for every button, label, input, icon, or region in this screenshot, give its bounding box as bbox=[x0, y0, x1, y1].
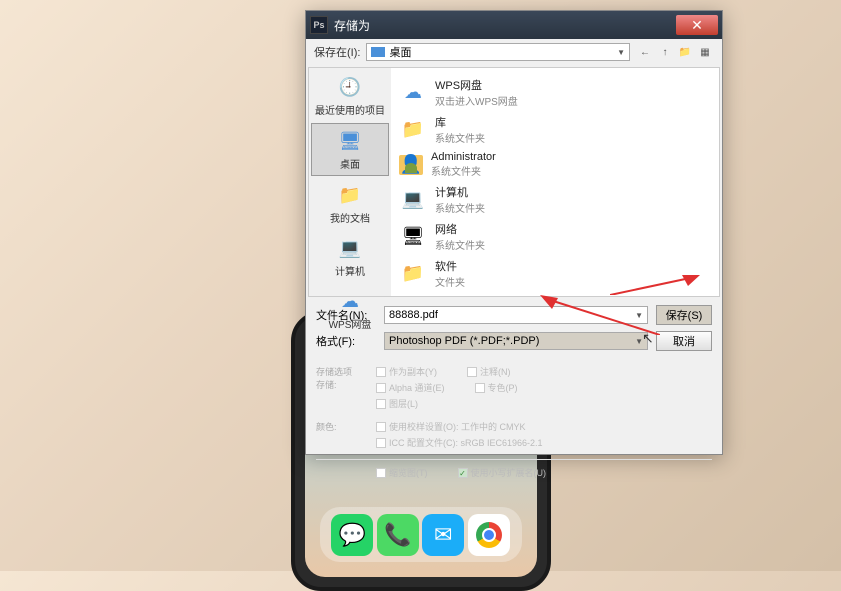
mail-app-icon: ✉ bbox=[422, 514, 464, 556]
recent-icon: 🕘 bbox=[334, 74, 366, 100]
option-checkbox[interactable]: 缩览图(T) bbox=[376, 466, 428, 479]
location-label: 保存在(I): bbox=[314, 44, 360, 60]
checkbox-icon bbox=[376, 383, 386, 393]
checkbox-icon bbox=[376, 422, 386, 432]
save-button[interactable]: 保存(S) bbox=[656, 305, 712, 325]
dialog-titlebar: Ps 存储为 ✕ bbox=[306, 11, 722, 39]
chrome-app-icon bbox=[468, 514, 510, 556]
folder-icon: 📁 bbox=[399, 260, 427, 288]
option-checkbox[interactable]: 作为副本(Y) bbox=[376, 365, 437, 378]
desktop-icon: 🖥 bbox=[334, 128, 366, 154]
file-list: ☁WPS网盘双击进入WPS网盘📁库系统文件夹👤Administrator系统文件… bbox=[391, 68, 719, 296]
option-checkbox[interactable]: Alpha 通道(E) bbox=[376, 381, 445, 394]
file-item[interactable]: 🖥 网络系统文件夹 bbox=[397, 218, 713, 255]
location-row: 保存在(I): 桌面 ▼ ← ↑ 📁 ▦ bbox=[306, 39, 722, 65]
save-as-dialog: Ps 存储为 ✕ 保存在(I): 桌面 ▼ ← ↑ 📁 ▦ 🕘 最近使用的项目 🖥 桌… bbox=[305, 10, 723, 455]
file-name: WPS网盘 bbox=[435, 77, 518, 93]
sidebar-label: 我的文档 bbox=[330, 210, 370, 225]
cancel-button[interactable]: 取消 bbox=[656, 331, 712, 351]
folder-icon: 📁 bbox=[399, 116, 427, 144]
sidebar-item-docs[interactable]: 📁 我的文档 bbox=[311, 178, 389, 229]
file-item[interactable]: 📁 软件文件夹 bbox=[397, 255, 713, 292]
cloud-icon: ☁ bbox=[399, 79, 427, 107]
option-checkbox[interactable]: ICC 配置文件(C): sRGB IEC61966-2.1 bbox=[376, 436, 543, 449]
option-checkbox[interactable]: 使用校样设置(O): 工作中的 CMYK bbox=[376, 420, 526, 433]
color-label: 颜色: bbox=[316, 420, 356, 449]
checkbox-icon bbox=[475, 383, 485, 393]
checkbox-label: 缩览图(T) bbox=[389, 466, 428, 479]
sidebar-item-computer[interactable]: 💻 计算机 bbox=[311, 231, 389, 282]
option-checkbox[interactable]: 图层(L) bbox=[376, 397, 418, 410]
file-name: Administrator bbox=[431, 151, 496, 163]
file-item[interactable]: 📁 库系统文件夹 bbox=[397, 111, 713, 148]
file-subtitle: 系统文件夹 bbox=[435, 237, 485, 252]
cursor-icon: ↖ bbox=[642, 330, 654, 347]
filename-input[interactable]: 88888.pdf ▼ bbox=[384, 306, 648, 324]
sidebar-item-desktop[interactable]: 🖥 桌面 bbox=[311, 123, 389, 176]
checkbox-icon bbox=[376, 399, 386, 409]
sidebar-item-recent[interactable]: 🕘 最近使用的项目 bbox=[311, 70, 389, 121]
chevron-down-icon: ▼ bbox=[617, 48, 625, 57]
desktop-icon bbox=[371, 47, 385, 57]
option-checkbox[interactable]: 注释(N) bbox=[467, 365, 511, 378]
checkbox-label: 使用小写扩展名(U) bbox=[471, 466, 547, 479]
phone-dock: 💬 📞 ✉ bbox=[320, 507, 522, 562]
file-item[interactable]: 💻 计算机系统文件夹 bbox=[397, 181, 713, 218]
checkbox-label: 图层(L) bbox=[389, 397, 418, 410]
nav-back-icon[interactable]: ← bbox=[636, 43, 654, 61]
places-sidebar: 🕘最近使用的项目🖥桌面📁我的文档💻计算机☁WPS网盘 bbox=[309, 68, 391, 296]
save-sublabel: 存储: bbox=[316, 378, 356, 391]
file-item[interactable]: ☁ WPS网盘双击进入WPS网盘 bbox=[397, 74, 713, 111]
filename-label: 文件名(N): bbox=[316, 307, 376, 323]
checkbox-icon bbox=[376, 468, 386, 478]
docs-icon: 📁 bbox=[334, 182, 366, 208]
network-icon: 🖥 bbox=[399, 223, 427, 251]
sidebar-label: 计算机 bbox=[335, 263, 365, 278]
file-subtitle: 系统文件夹 bbox=[431, 163, 496, 178]
checkbox-label: 注释(N) bbox=[480, 365, 511, 378]
file-subtitle: 系统文件夹 bbox=[435, 200, 485, 215]
computer-icon: 💻 bbox=[334, 235, 366, 261]
nav-new-folder-icon[interactable]: 📁 bbox=[676, 43, 694, 61]
checkbox-label: 作为副本(Y) bbox=[389, 365, 437, 378]
option-checkbox[interactable]: ✓使用小写扩展名(U) bbox=[458, 466, 547, 479]
format-label: 格式(F): bbox=[316, 333, 376, 349]
file-name: 库 bbox=[435, 114, 485, 130]
location-dropdown[interactable]: 桌面 ▼ bbox=[366, 43, 630, 61]
computer-icon: 💻 bbox=[399, 186, 427, 214]
location-value: 桌面 bbox=[389, 44, 411, 60]
file-subtitle: 双击进入WPS网盘 bbox=[435, 93, 518, 108]
options-heading: 存储选项 bbox=[316, 365, 356, 378]
format-dropdown[interactable]: Photoshop PDF (*.PDF;*.PDP) ▼ bbox=[384, 332, 648, 350]
checkbox-label: 使用校样设置(O): 工作中的 CMYK bbox=[389, 420, 526, 433]
sidebar-label: 桌面 bbox=[340, 156, 360, 171]
option-checkbox[interactable]: 专色(P) bbox=[475, 381, 518, 394]
checkbox-icon: ✓ bbox=[458, 468, 468, 478]
close-button[interactable]: ✕ bbox=[676, 15, 718, 35]
file-item[interactable]: 👤 Administrator系统文件夹 bbox=[397, 148, 713, 181]
file-name: 软件 bbox=[435, 258, 465, 274]
nav-up-icon[interactable]: ↑ bbox=[656, 43, 674, 61]
file-name: 计算机 bbox=[435, 184, 485, 200]
phone-app-icon: 📞 bbox=[377, 514, 419, 556]
file-subtitle: 系统文件夹 bbox=[435, 130, 485, 145]
sidebar-label: 最近使用的项目 bbox=[315, 102, 385, 117]
checkbox-label: ICC 配置文件(C): sRGB IEC61966-2.1 bbox=[389, 436, 543, 449]
chevron-down-icon: ▼ bbox=[635, 311, 643, 320]
admin-icon: 👤 bbox=[399, 155, 423, 175]
checkbox-icon bbox=[376, 367, 386, 377]
photoshop-badge-icon: Ps bbox=[310, 16, 328, 34]
checkbox-label: Alpha 通道(E) bbox=[389, 381, 445, 394]
file-subtitle: 文件夹 bbox=[435, 274, 465, 289]
save-options: 存储选项 存储: 作为副本(Y) 注释(N) Alpha 通道(E) 专色(P) 图层(… bbox=[306, 357, 722, 497]
checkbox-icon bbox=[467, 367, 477, 377]
checkbox-icon bbox=[376, 438, 386, 448]
dialog-title: 存储为 bbox=[334, 17, 676, 34]
file-name: 网络 bbox=[435, 221, 485, 237]
messages-app-icon: 💬 bbox=[331, 514, 373, 556]
nav-view-icon[interactable]: ▦ bbox=[696, 43, 714, 61]
checkbox-label: 专色(P) bbox=[488, 381, 518, 394]
